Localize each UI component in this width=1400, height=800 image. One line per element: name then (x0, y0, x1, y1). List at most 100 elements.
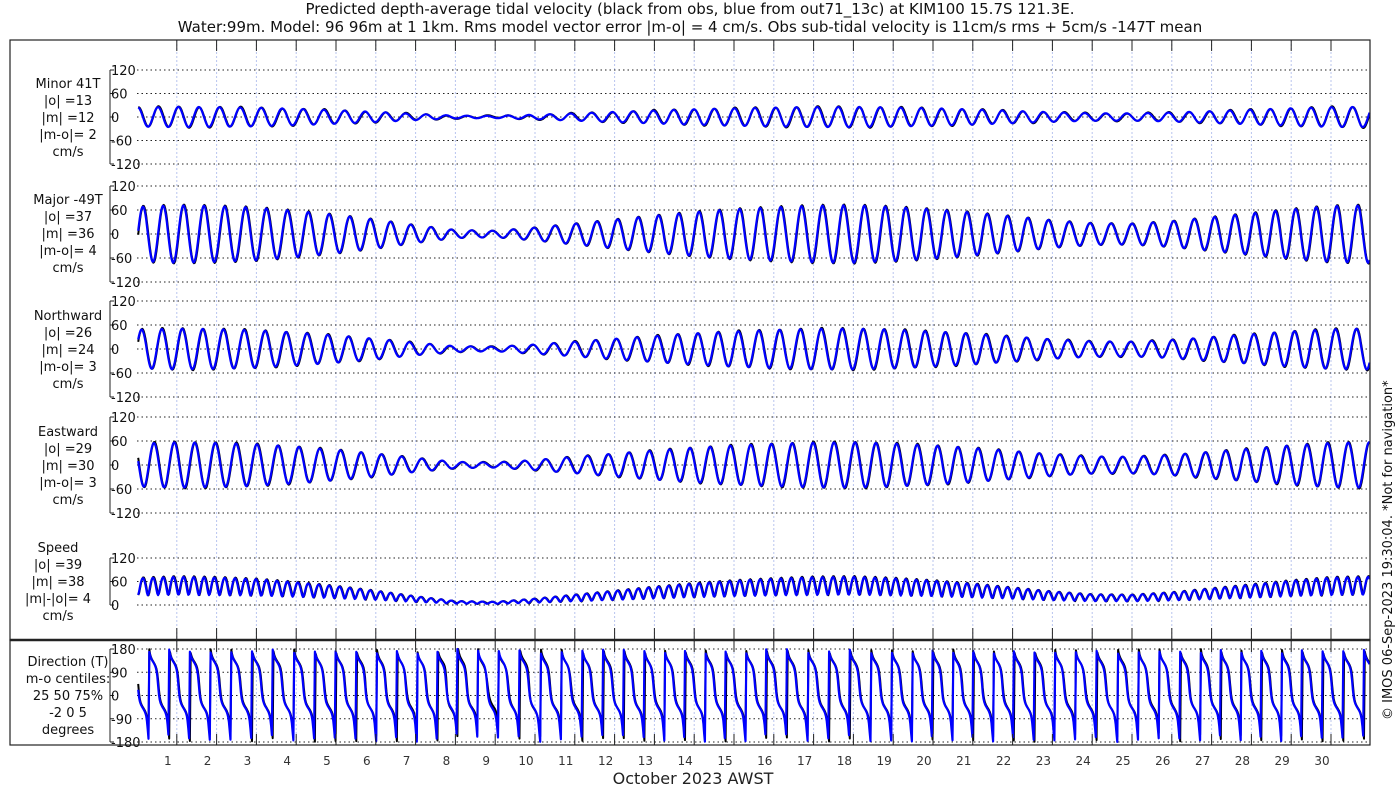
y-tick-label: -60 (111, 367, 132, 382)
x-tick-label: 17 (797, 754, 812, 768)
y-tick-label: 0 (111, 599, 119, 614)
panel-stat-label: |o| =37 (44, 210, 92, 225)
y-tick-label: -120 (111, 158, 141, 173)
direction-frame (9, 639, 1371, 746)
y-tick-label: 60 (111, 576, 128, 591)
chart-title: Predicted depth-average tidal velocity (… (306, 0, 1075, 19)
panel-stat-label: Minor 41T (36, 77, 101, 92)
panel-stat-label: cm/s (53, 145, 84, 160)
y-tick-label: -90 (111, 713, 132, 728)
chart-subtitle: Water:99m. Model: 96 96m at 1 1km. Rms m… (178, 18, 1202, 36)
panel-stat-label: cm/s (43, 609, 74, 624)
x-tick-label: 6 (363, 754, 371, 768)
x-tick-label: 30 (1314, 754, 1329, 768)
x-tick-label: 22 (996, 754, 1011, 768)
panel-stat-label: |m| =36 (42, 227, 95, 242)
y-tick-label: 0 (111, 690, 119, 705)
y-tick-label: 120 (111, 180, 136, 195)
x-axis-label: October 2023 AWST (613, 769, 774, 788)
x-tick-label: 26 (1155, 754, 1170, 768)
copyright-footer: © IMOS 06-Sep-2023 19:30:04. *Not for na… (1381, 380, 1396, 720)
x-tick-label: 12 (598, 754, 613, 768)
y-tick-label: 60 (111, 435, 128, 450)
y-tick-label: 90 (111, 666, 128, 681)
x-tick-label: 29 (1275, 754, 1290, 768)
panel-stat-label: degrees (42, 723, 95, 738)
upper-frame (9, 39, 1371, 641)
panel-stat-label: Eastward (38, 425, 98, 440)
x-tick-label: 4 (283, 754, 291, 768)
x-tick-label: 18 (837, 754, 852, 768)
panel-stat-label: |m-o|= 2 (39, 128, 97, 143)
panels: Minor 41T |o| =13 |m| =12 |m-o|= 2 cm/s 120 60… (25, 64, 1371, 751)
x-tick-label: 28 (1235, 754, 1250, 768)
y-tick-label: -180 (111, 736, 141, 751)
x-tick-label: 16 (757, 754, 772, 768)
x-tick-label: 15 (717, 754, 732, 768)
panel-stat-label: |o| =39 (34, 558, 82, 573)
x-tick-label: 24 (1076, 754, 1091, 768)
x-tick-label: 10 (518, 754, 533, 768)
panel-stat-label: Northward (34, 309, 102, 324)
y-tick-label: 0 (111, 111, 119, 126)
x-tick-label: 14 (678, 754, 693, 768)
y-tick-label: -60 (111, 483, 132, 498)
x-tick-label: 5 (323, 754, 331, 768)
panel-stat-label: Direction (T) (28, 655, 109, 670)
panel-stat-label: |m-o|= 3 (39, 476, 97, 491)
panel-stat-label: |m| =30 (42, 459, 95, 474)
y-tick-label: 120 (111, 64, 136, 79)
panel-stat-label: cm/s (53, 493, 84, 508)
panel-speed: Speed |o| =39 |m| =38 |m|-|o|= 4 cm/s 120 60 0 (25, 541, 1371, 624)
panel-stat-label: |m| =24 (42, 343, 95, 358)
panel-minor: Minor 41T |o| =13 |m| =12 |m-o|= 2 cm/s 120 60… (36, 64, 1371, 173)
x-tick-label: 2 (204, 754, 212, 768)
y-tick-label: 60 (111, 204, 128, 219)
panel-stat-label: |m| =38 (32, 575, 85, 590)
x-tick-label: 21 (956, 754, 971, 768)
panel-stat-label: 25 50 75% (33, 689, 103, 704)
x-tick-label: 27 (1195, 754, 1210, 768)
y-tick-label: -60 (111, 135, 132, 150)
panel-stat-label: |m| =12 (42, 111, 95, 126)
panel-stat-label: |m-o|= 3 (39, 360, 97, 375)
x-tick-label: 8 (443, 754, 451, 768)
x-tick-label: 1 (164, 754, 172, 768)
y-tick-label: 180 (111, 643, 136, 658)
panel-north: Northward |o| =26 |m| =24 |m-o|= 3 cm/s 120 60… (34, 295, 1371, 406)
x-tick-label: 3 (244, 754, 252, 768)
x-tick-label: 23 (1036, 754, 1051, 768)
y-tick-label: 0 (111, 459, 119, 474)
panel-stat-label: -2 0 5 (49, 706, 87, 721)
y-tick-label: 0 (111, 343, 119, 358)
panel-east: Eastward |o| =29 |m| =30 |m-o|= 3 cm/s 120 60 0… (38, 411, 1371, 522)
panel-stat-label: |o| =13 (44, 94, 92, 109)
panel-stat-label: cm/s (53, 377, 84, 392)
model-series-line-major (137, 204, 1371, 264)
panel-stat-label: cm/s (53, 261, 84, 276)
panel-stat-label: Major -49T (33, 193, 102, 208)
x-tick-label: 7 (403, 754, 411, 768)
x-tick-label: 19 (877, 754, 892, 768)
panel-stat-label: |o| =26 (44, 326, 92, 341)
model-series-line-north (137, 327, 1371, 371)
x-tick-label: 11 (558, 754, 573, 768)
y-tick-label: 60 (111, 88, 128, 103)
panel-stat-label: m-o centiles: (26, 672, 111, 687)
y-tick-label: -120 (111, 391, 141, 406)
y-tick-label: -120 (111, 276, 141, 291)
panel-stat-label: Speed (38, 541, 79, 556)
y-tick-label: -60 (111, 252, 132, 267)
panel-major: Major -49T |o| =37 |m| =36 |m-o|= 4 cm/s 120 6… (33, 180, 1371, 291)
x-tick-label: 20 (916, 754, 931, 768)
panel-direction: Direction (T) m-o centiles: 25 50 75% -2 0 … (26, 643, 1371, 751)
y-tick-label: 120 (111, 295, 136, 310)
y-tick-label: 120 (111, 411, 136, 426)
x-tick-label: 25 (1115, 754, 1130, 768)
x-tick-label: 9 (482, 754, 490, 768)
y-tick-label: 120 (111, 552, 136, 567)
panel-stat-label: |m-o|= 4 (39, 244, 97, 259)
x-tick-label: 13 (638, 754, 653, 768)
panel-stat-label: |o| =29 (44, 442, 92, 457)
y-tick-label: 60 (111, 319, 128, 334)
